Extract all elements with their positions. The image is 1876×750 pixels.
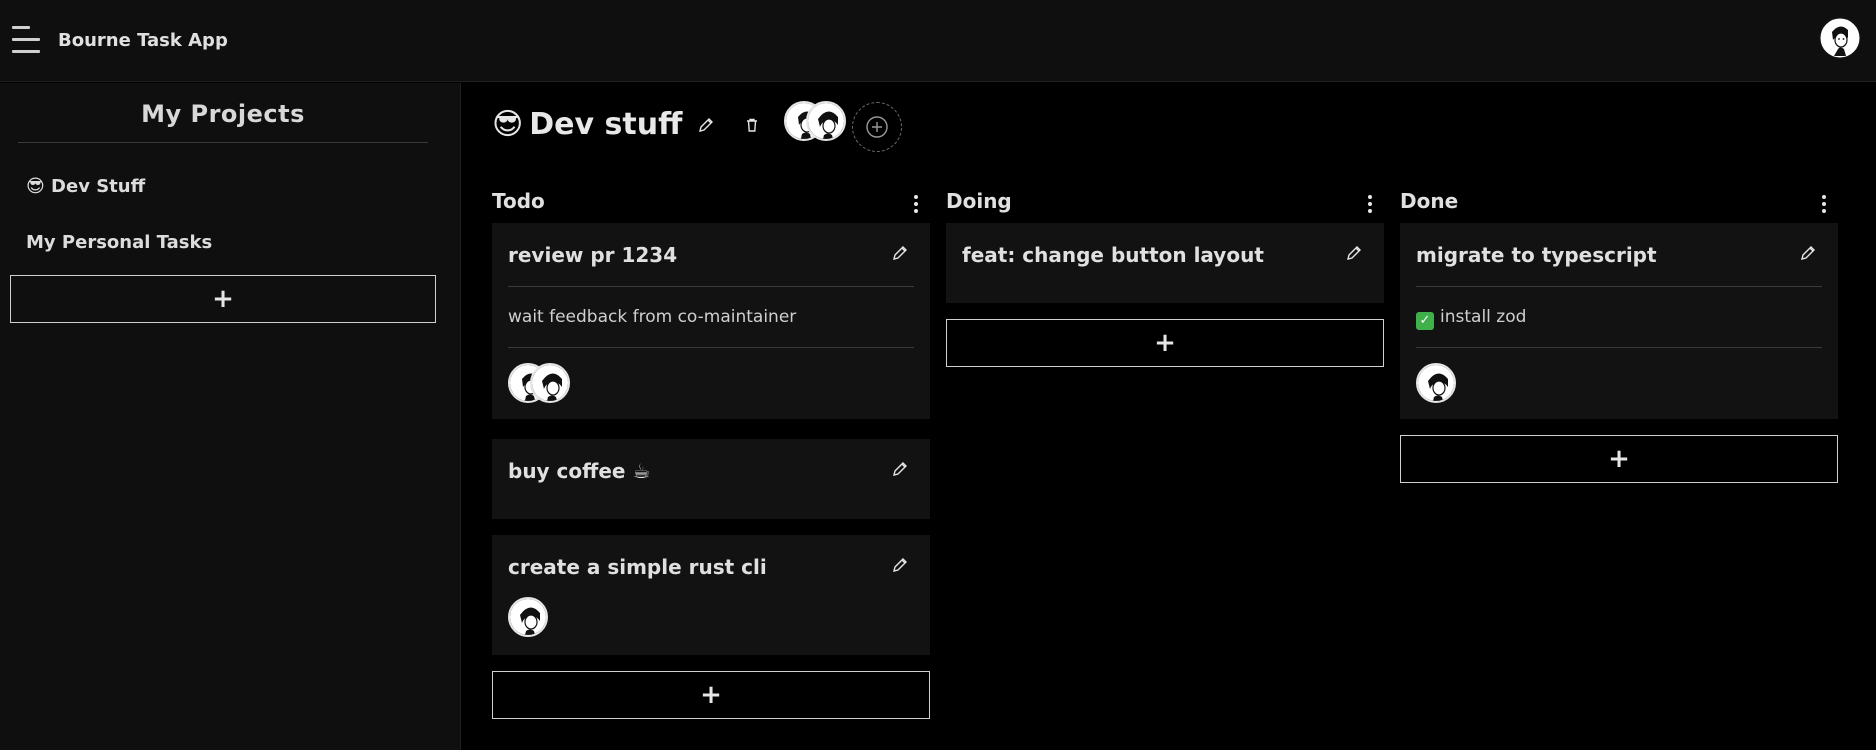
pencil-icon — [893, 246, 907, 260]
task-assignees[interactable] — [508, 363, 628, 407]
column-doing: Doing feat: change button layout + — [946, 187, 1384, 367]
trash-icon — [747, 118, 757, 132]
assignee-avatar — [508, 597, 548, 637]
sidebar-item-label: Dev Stuff — [51, 176, 146, 197]
project-header-actions — [492, 101, 952, 152]
project-members[interactable] — [784, 101, 848, 143]
pencil-icon — [893, 558, 907, 572]
add-project-button[interactable]: + — [10, 275, 436, 323]
delete-project-button[interactable] — [740, 113, 764, 137]
pencil-icon — [893, 462, 907, 476]
menu-icon[interactable] — [12, 26, 42, 54]
sidebar-divider — [18, 142, 428, 143]
task-description: wait feedback from co-maintainer — [508, 307, 797, 327]
pencil-icon — [1347, 246, 1361, 260]
check-icon: ✓ — [1416, 311, 1434, 330]
card-divider — [508, 286, 914, 287]
task-assignees[interactable] — [1416, 363, 1536, 407]
edit-task-button[interactable] — [892, 245, 912, 265]
sidebar-item-my-personal-tasks[interactable]: My Personal Tasks — [26, 232, 212, 253]
task-card[interactable]: migrate to typescript ✓ install zod — [1400, 223, 1838, 419]
member-avatar — [806, 101, 846, 141]
plus-icon: + — [1608, 444, 1630, 474]
task-title: buy coffee ☕ — [508, 459, 651, 483]
column-title: Todo — [492, 189, 545, 213]
sidebar: My Projects 😎 Dev Stuff My Personal Task… — [0, 83, 461, 750]
plus-circle-icon — [866, 116, 888, 138]
edit-project-button[interactable] — [694, 113, 718, 137]
card-divider — [1416, 347, 1822, 348]
task-description: ✓ install zod — [1416, 307, 1526, 330]
app-title: Bourne Task App — [58, 30, 228, 51]
column-header: Todo — [492, 187, 930, 217]
edit-task-button[interactable] — [1346, 245, 1366, 265]
plus-icon: + — [700, 680, 722, 710]
top-bar: Bourne Task App — [0, 0, 1876, 82]
add-member-button[interactable] — [852, 102, 902, 152]
task-title: review pr 1234 — [508, 243, 678, 267]
task-title: feat: change button layout — [962, 243, 1264, 267]
add-task-button[interactable]: + — [492, 671, 930, 719]
pencil-icon — [699, 118, 713, 132]
edit-task-button[interactable] — [892, 461, 912, 481]
task-title: migrate to typescript — [1416, 243, 1657, 267]
sunglasses-emoji-icon: 😎 — [26, 176, 45, 197]
task-card[interactable]: review pr 1234 wait feedback from co-mai… — [492, 223, 930, 419]
main-content: 😎 Dev stuff Todo review pr 1234 wait fee… — [462, 83, 1876, 750]
task-card[interactable]: buy coffee ☕ — [492, 439, 930, 519]
column-title: Doing — [946, 189, 1012, 213]
card-divider — [508, 347, 914, 348]
user-avatar[interactable] — [1818, 16, 1862, 60]
task-card[interactable]: feat: change button layout — [946, 223, 1384, 303]
sidebar-item-label: My Personal Tasks — [26, 232, 213, 253]
kebab-menu-icon[interactable] — [1818, 195, 1830, 215]
pencil-icon — [1801, 246, 1815, 260]
assignee-avatar — [1416, 363, 1456, 403]
column-done: Done migrate to typescript ✓ install zod … — [1400, 187, 1838, 483]
plus-icon: + — [1154, 328, 1176, 358]
column-todo: Todo review pr 1234 wait feedback from c… — [492, 187, 930, 719]
column-title: Done — [1400, 189, 1459, 213]
column-header: Doing — [946, 187, 1384, 217]
kebab-menu-icon[interactable] — [910, 195, 922, 215]
task-description-text: install zod — [1440, 307, 1527, 327]
column-header: Done — [1400, 187, 1838, 217]
edit-task-button[interactable] — [1800, 245, 1820, 265]
assignee-avatar — [530, 363, 570, 403]
sidebar-item-dev-stuff[interactable]: 😎 Dev Stuff — [26, 176, 145, 197]
add-task-button[interactable]: + — [1400, 435, 1838, 483]
edit-task-button[interactable] — [892, 557, 912, 577]
card-divider — [1416, 286, 1822, 287]
plus-icon: + — [212, 284, 234, 314]
kebab-menu-icon[interactable] — [1364, 195, 1376, 215]
task-title: create a simple rust cli — [508, 555, 767, 579]
task-card[interactable]: create a simple rust cli — [492, 535, 930, 655]
add-task-button[interactable]: + — [946, 319, 1384, 367]
task-assignees[interactable] — [508, 597, 628, 641]
sidebar-title: My Projects — [141, 100, 305, 128]
